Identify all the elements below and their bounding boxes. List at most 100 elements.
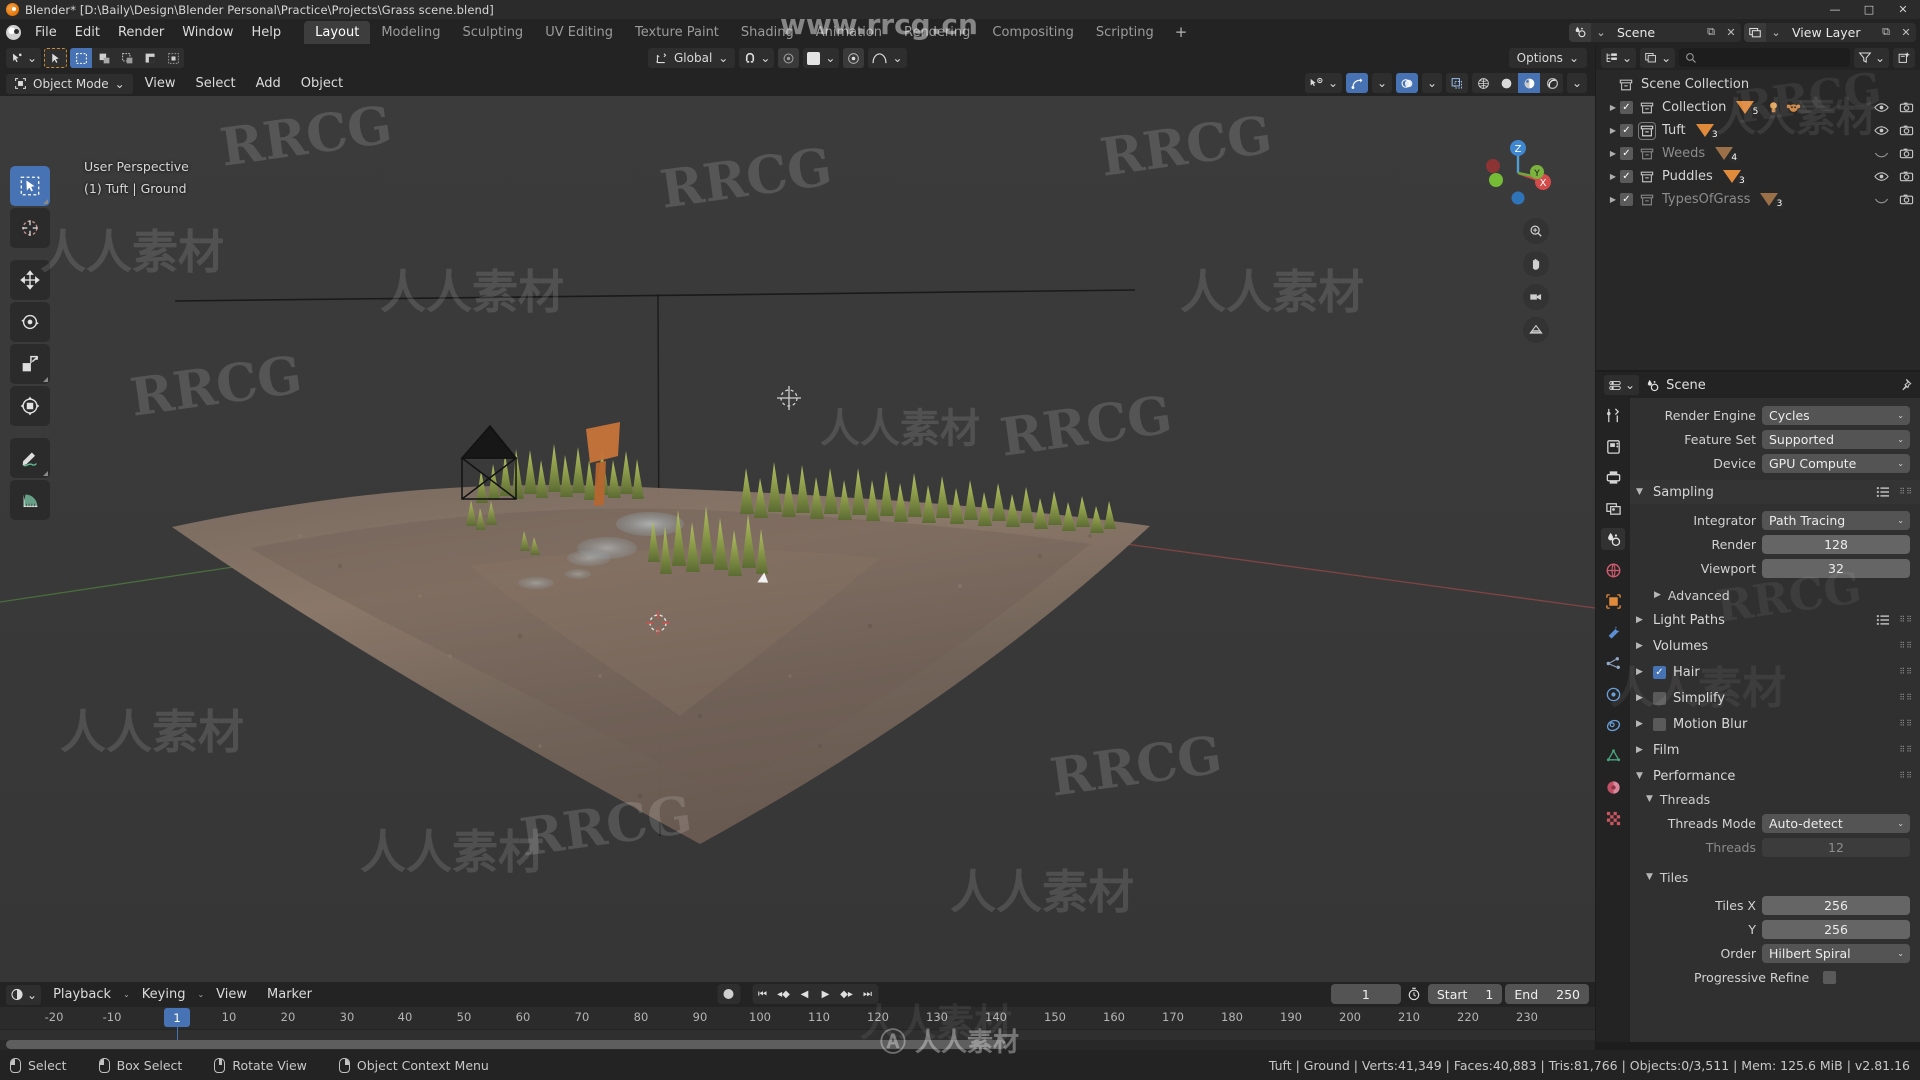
select-set-icon[interactable]: [70, 48, 93, 68]
eye-closed-icon[interactable]: [1874, 192, 1889, 207]
tab-rendering[interactable]: Rendering: [893, 21, 981, 44]
expand-triangle-icon[interactable]: ▶: [1606, 172, 1620, 181]
timeline-menu-marker[interactable]: Marker: [259, 984, 320, 1005]
current-frame-input[interactable]: 1: [1330, 984, 1401, 1004]
app-menu-icon[interactable]: [0, 19, 26, 45]
tab-texture-paint[interactable]: Texture Paint: [624, 21, 730, 44]
outliner-row-weeds[interactable]: ▶ ✓ Weeds 4: [1596, 142, 1920, 165]
shading-mode-group[interactable]: [1472, 73, 1563, 93]
timeline-editor-type-button[interactable]: ⌄: [6, 984, 42, 1005]
tool-move[interactable]: [10, 260, 50, 300]
collection-enable-checkbox[interactable]: ✓: [1620, 124, 1633, 137]
expand-triangle-icon[interactable]: ▶: [1606, 126, 1620, 135]
panel-motion-blur[interactable]: ▶ Motion Blur ⠿⠿: [1630, 712, 1920, 736]
tool-cursor-button[interactable]: [44, 48, 68, 68]
timeline-track-area[interactable]: [0, 1029, 1595, 1040]
tab-material[interactable]: [1601, 776, 1625, 798]
tab-layout[interactable]: Layout: [304, 20, 371, 44]
scene-browse-chevron[interactable]: ⌄: [1591, 23, 1611, 42]
snap-magnet-button[interactable]: ⌄: [739, 48, 775, 68]
view-layer-browse-chevron[interactable]: ⌄: [1766, 23, 1786, 42]
timeline-horizontal-scrollbar[interactable]: [6, 1040, 1006, 1049]
timeline-menu-keying[interactable]: Keying: [134, 984, 194, 1005]
viewport-menu-object[interactable]: Object: [293, 73, 351, 94]
tab-object[interactable]: [1601, 590, 1625, 612]
solid-shading-icon[interactable]: [1495, 73, 1517, 93]
proportional-editing-button[interactable]: [778, 48, 800, 68]
select-intersect-icon[interactable]: [162, 48, 185, 68]
maximize-button[interactable]: □: [1852, 0, 1886, 19]
tab-physics[interactable]: [1601, 683, 1625, 705]
subpanel-advanced[interactable]: ▶ Advanced: [1630, 584, 1920, 606]
tool-scale[interactable]: [10, 344, 50, 384]
tool-transform[interactable]: [10, 386, 50, 426]
viewport-menu-view[interactable]: View: [137, 73, 184, 94]
viewport-menu-select[interactable]: Select: [188, 73, 244, 94]
camera-icon[interactable]: [1899, 100, 1914, 115]
tab-scripting[interactable]: Scripting: [1085, 21, 1165, 44]
drag-grip-icon[interactable]: ⠿⠿: [1899, 642, 1913, 650]
pan-hand-icon[interactable]: [1523, 251, 1549, 277]
progressive-refine-checkbox[interactable]: [1823, 970, 1837, 984]
proportional-falloff-dropdown[interactable]: ⌄: [803, 48, 840, 68]
add-workspace-button[interactable]: +: [1165, 21, 1198, 43]
outliner-filter-button[interactable]: ⌄: [1853, 47, 1889, 68]
tab-uv-editing[interactable]: UV Editing: [534, 21, 624, 44]
timeline-ruler[interactable]: -20 -10 1 10 20 30 40 50 60 70 80 90 100…: [0, 1007, 1595, 1029]
tool-annotate[interactable]: [10, 438, 50, 478]
motion-blur-checkbox[interactable]: [1653, 717, 1666, 731]
tab-scene[interactable]: [1601, 528, 1625, 550]
eye-icon[interactable]: [1874, 100, 1889, 115]
use-preview-range-button[interactable]: [1404, 984, 1425, 1004]
menu-window[interactable]: Window: [173, 22, 242, 43]
active-tool-icon[interactable]: ⌄: [6, 48, 42, 68]
menu-render[interactable]: Render: [109, 22, 173, 43]
camera-view-icon[interactable]: [1523, 284, 1549, 310]
select-extend-icon[interactable]: [93, 48, 116, 68]
eye-closed-icon[interactable]: [1874, 146, 1889, 161]
expand-triangle-icon[interactable]: ▶: [1606, 103, 1620, 112]
rendered-shading-icon[interactable]: [1541, 73, 1563, 93]
drag-grip-icon[interactable]: ⠿⠿: [1899, 746, 1913, 754]
tab-view-layer[interactable]: [1601, 497, 1625, 519]
viewport-samples-input[interactable]: 32: [1762, 558, 1910, 578]
preset-list-icon[interactable]: [1876, 614, 1890, 626]
tab-constraints[interactable]: [1601, 714, 1625, 736]
tab-particles[interactable]: [1601, 652, 1625, 674]
device-dropdown[interactable]: GPU Compute ⌄: [1762, 453, 1910, 473]
minimize-button[interactable]: —: [1818, 0, 1852, 19]
menu-edit[interactable]: Edit: [66, 22, 109, 43]
zoom-icon[interactable]: [1523, 218, 1549, 244]
drag-grip-icon[interactable]: ⠿⠿: [1899, 488, 1913, 496]
panel-volumes[interactable]: ▶ Volumes ⠿⠿: [1630, 634, 1920, 658]
tiles-y-input[interactable]: 256: [1762, 919, 1910, 939]
menu-file[interactable]: File: [26, 22, 66, 43]
drag-grip-icon[interactable]: ⠿⠿: [1899, 694, 1913, 702]
panel-performance[interactable]: ▼ Performance ⠿⠿: [1630, 764, 1920, 788]
tab-sculpting[interactable]: Sculpting: [451, 21, 534, 44]
outliner-search-input[interactable]: [1679, 48, 1850, 67]
menu-help[interactable]: Help: [243, 22, 291, 43]
panel-sampling[interactable]: ▼ Sampling ⠿⠿: [1630, 480, 1920, 504]
viewport-options-dropdown[interactable]: Options ⌄: [1508, 48, 1587, 68]
preset-list-icon[interactable]: [1876, 486, 1890, 498]
jump-to-start-button[interactable]: ⏮: [752, 984, 773, 1004]
tab-world[interactable]: [1601, 559, 1625, 581]
falloff-curve-dropdown[interactable]: ⌄: [868, 48, 907, 68]
subpanel-tiles[interactable]: ▼ Tiles: [1630, 866, 1920, 888]
tab-modeling[interactable]: Modeling: [370, 21, 451, 44]
outliner-new-collection-button[interactable]: [1893, 47, 1915, 68]
jump-to-end-button[interactable]: ⏭: [857, 984, 878, 1004]
tool-select-box[interactable]: [10, 166, 50, 206]
transform-orientation-dropdown[interactable]: Global ⌄: [648, 48, 736, 68]
play-button[interactable]: ▶: [815, 984, 836, 1004]
select-mode-group[interactable]: [70, 48, 185, 68]
integrator-dropdown[interactable]: Path Tracing ⌄: [1762, 510, 1910, 530]
drag-grip-icon[interactable]: ⠿⠿: [1899, 616, 1913, 624]
tab-tool[interactable]: [1601, 404, 1625, 426]
outliner-editor[interactable]: ⌄ ⌄ ⌄ Scene Collection ▶ ✓ Collection 5 …: [1596, 45, 1920, 370]
tool-rotate[interactable]: [10, 302, 50, 342]
previous-keyframe-button[interactable]: ◂◆: [773, 984, 794, 1004]
tab-texture[interactable]: [1601, 807, 1625, 829]
camera-icon[interactable]: [1899, 169, 1914, 184]
